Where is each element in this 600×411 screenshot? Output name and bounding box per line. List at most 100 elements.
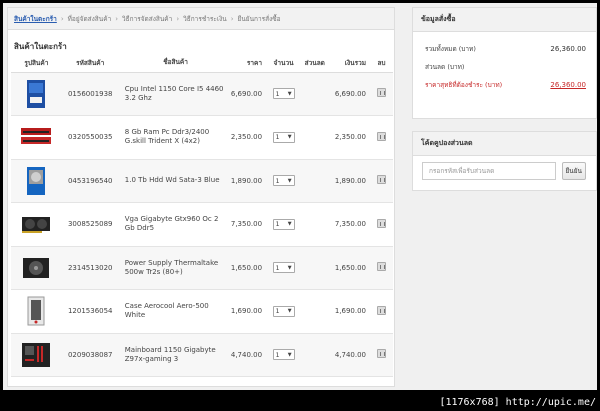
qty-select[interactable]: 1 ▼ <box>272 131 295 143</box>
product-image-cell <box>11 289 62 334</box>
product-name[interactable]: Mainboard 1150 Gigabyte Z97x-gaming 3 <box>118 333 227 377</box>
breadcrumb: สินค้าในตะกร้า › ที่อยู่จัดส่งสินค้า › ว… <box>8 8 394 30</box>
product-discount <box>301 72 329 116</box>
col-qty: จำนวน <box>266 54 302 73</box>
qty-select[interactable]: 1 ▼ <box>272 88 295 100</box>
product-code: 0209038087 <box>61 333 119 377</box>
chevron-right-icon: › <box>230 14 234 23</box>
qty-select[interactable]: 1 ▼ <box>272 218 295 230</box>
qty-cell: 1 ▼ <box>266 202 302 247</box>
product-discount <box>301 246 329 290</box>
table-row: 2314513020 Power Supply Thermaltake 500w… <box>11 246 393 290</box>
grand-total-row: ราคาสุทธิที่ต้องชำระ (บาท) 26,360.00 <box>413 76 596 94</box>
product-image-cell <box>11 159 62 203</box>
chevron-down-icon: ▼ <box>287 308 292 315</box>
chevron-down-icon: ▼ <box>287 221 292 228</box>
chevron-down-icon: ▼ <box>287 90 292 97</box>
ram-sticks-icon[interactable] <box>19 122 53 152</box>
qty-value: 1 <box>275 89 280 98</box>
product-code: 2314513020 <box>61 246 119 290</box>
table-row: 0209038087 Mainboard 1150 Gigabyte Z97x-… <box>11 333 393 377</box>
col-name: ชื่อสินค้า <box>118 54 227 73</box>
chevron-right-icon: › <box>60 14 64 23</box>
product-name[interactable]: 1.0 Tb Hdd Wd Sata-3 Blue <box>118 159 227 203</box>
delete-cell <box>370 246 393 290</box>
breadcrumb-shipping[interactable]: วิธีการจัดส่งสินค้า <box>122 14 172 24</box>
product-name[interactable]: Case Aerocool Aero-500 White <box>118 289 227 334</box>
qty-value: 1 <box>275 350 280 359</box>
subtotal-row: รวมทั้งหมด (บาท) 26,360.00 <box>413 40 596 58</box>
qty-value: 1 <box>275 133 280 142</box>
product-discount <box>301 159 329 203</box>
qty-select[interactable]: 1 ▼ <box>272 305 295 317</box>
breadcrumb-address[interactable]: ที่อยู่จัดส่งสินค้า <box>68 14 112 24</box>
cart-panel: สินค้าในตะกร้า › ที่อยู่จัดส่งสินค้า › ว… <box>7 7 395 387</box>
cart-table: รูปสินค้า รหัสสินค้า ชื่อสินค้า ราคา จำน… <box>11 54 393 377</box>
product-name[interactable]: 8 Gb Ram Pc Ddr3/2400 G.skill Trident X … <box>118 115 227 160</box>
pc-case-icon[interactable] <box>19 296 53 326</box>
col-image: รูปสินค้า <box>11 54 62 73</box>
motherboard-icon[interactable] <box>19 340 53 370</box>
delete-cell <box>370 115 393 160</box>
table-row: 0320550035 8 Gb Ram Pc Ddr3/2400 G.skill… <box>11 115 393 160</box>
hard-drive-icon[interactable] <box>19 166 53 196</box>
qty-select[interactable]: 1 ▼ <box>272 262 295 274</box>
coupon-submit-button[interactable]: ยืนยัน <box>561 162 586 180</box>
cpu-box-icon[interactable] <box>19 79 53 109</box>
col-total: เงินรวม <box>328 54 371 73</box>
product-name[interactable]: Power Supply Thermaltake 500w Tr2s (80+) <box>118 246 227 290</box>
chevron-down-icon: ▼ <box>287 351 292 358</box>
delete-cell <box>370 72 393 116</box>
qty-cell: 1 ▼ <box>266 246 302 290</box>
qty-value: 1 <box>275 220 280 229</box>
chevron-right-icon: › <box>115 14 119 23</box>
product-discount <box>301 333 329 377</box>
trash-icon[interactable] <box>377 131 386 141</box>
product-image-cell <box>11 115 62 160</box>
table-row: 0453196540 1.0 Tb Hdd Wd Sata-3 Blue 1,8… <box>11 159 393 203</box>
order-summary-title: ข้อมูลสั่งซื้อ <box>413 8 596 32</box>
breadcrumb-confirm[interactable]: ยืนยันการสั่งซื้อ <box>238 14 281 24</box>
power-supply-icon[interactable] <box>19 253 53 283</box>
delete-cell <box>370 159 393 203</box>
page-frame: สินค้าในตะกร้า › ที่อยู่จัดส่งสินค้า › ว… <box>3 3 597 390</box>
product-price: 1,650.00 <box>226 246 267 290</box>
grand-total-label: ราคาสุทธิที่ต้องชำระ (บาท) <box>425 81 503 89</box>
product-name[interactable]: Cpu Intel 1150 Core I5 4460 3.2 Ghz <box>118 72 227 116</box>
order-summary-panel: ข้อมูลสั่งซื้อ รวมทั้งหมด (บาท) 26,360.0… <box>412 7 597 119</box>
product-total: 2,350.00 <box>328 115 371 160</box>
product-total: 7,350.00 <box>328 202 371 247</box>
product-price: 1,690.00 <box>226 289 267 334</box>
product-name[interactable]: Vga Gigabyte Gtx960 Oc 2 Gb Ddr5 <box>118 202 227 247</box>
coupon-title: โค้ดคูปองส่วนลด <box>413 132 596 156</box>
product-discount <box>301 289 329 334</box>
breadcrumb-cart[interactable]: สินค้าในตะกร้า <box>14 14 57 24</box>
product-total: 1,650.00 <box>328 246 371 290</box>
trash-icon[interactable] <box>377 349 386 359</box>
graphics-card-icon[interactable] <box>19 209 53 239</box>
coupon-input[interactable]: กรอกรหัสเพื่อรับส่วนลด <box>422 162 556 180</box>
trash-icon[interactable] <box>377 218 386 228</box>
product-image-cell <box>11 246 62 290</box>
qty-select[interactable]: 1 ▼ <box>272 175 295 187</box>
table-row: 0156001938 Cpu Intel 1150 Core I5 4460 3… <box>11 72 393 116</box>
product-price: 2,350.00 <box>226 115 267 160</box>
trash-icon[interactable] <box>377 175 386 185</box>
product-price: 4,740.00 <box>226 333 267 377</box>
trash-icon[interactable] <box>377 262 386 272</box>
qty-select[interactable]: 1 ▼ <box>272 349 295 361</box>
chevron-down-icon: ▼ <box>287 177 292 184</box>
trash-icon[interactable] <box>377 305 386 315</box>
product-image-cell <box>11 72 62 116</box>
chevron-down-icon: ▼ <box>287 264 292 271</box>
table-row: 1201536054 Case Aerocool Aero-500 White … <box>11 289 393 334</box>
product-image-cell <box>11 202 62 247</box>
product-code: 3008525089 <box>61 202 119 247</box>
discount-row: ส่วนลด (บาท) <box>413 58 596 76</box>
coupon-panel: โค้ดคูปองส่วนลด กรอกรหัสเพื่อรับส่วนลด ย… <box>412 131 597 191</box>
cart-title: สินค้าในตะกร้า <box>14 42 67 51</box>
trash-icon[interactable] <box>377 88 386 98</box>
subtotal-value: 26,360.00 <box>550 45 586 53</box>
col-delete: ลบ <box>370 54 393 73</box>
breadcrumb-payment[interactable]: วิธีการชำระเงิน <box>183 14 227 24</box>
